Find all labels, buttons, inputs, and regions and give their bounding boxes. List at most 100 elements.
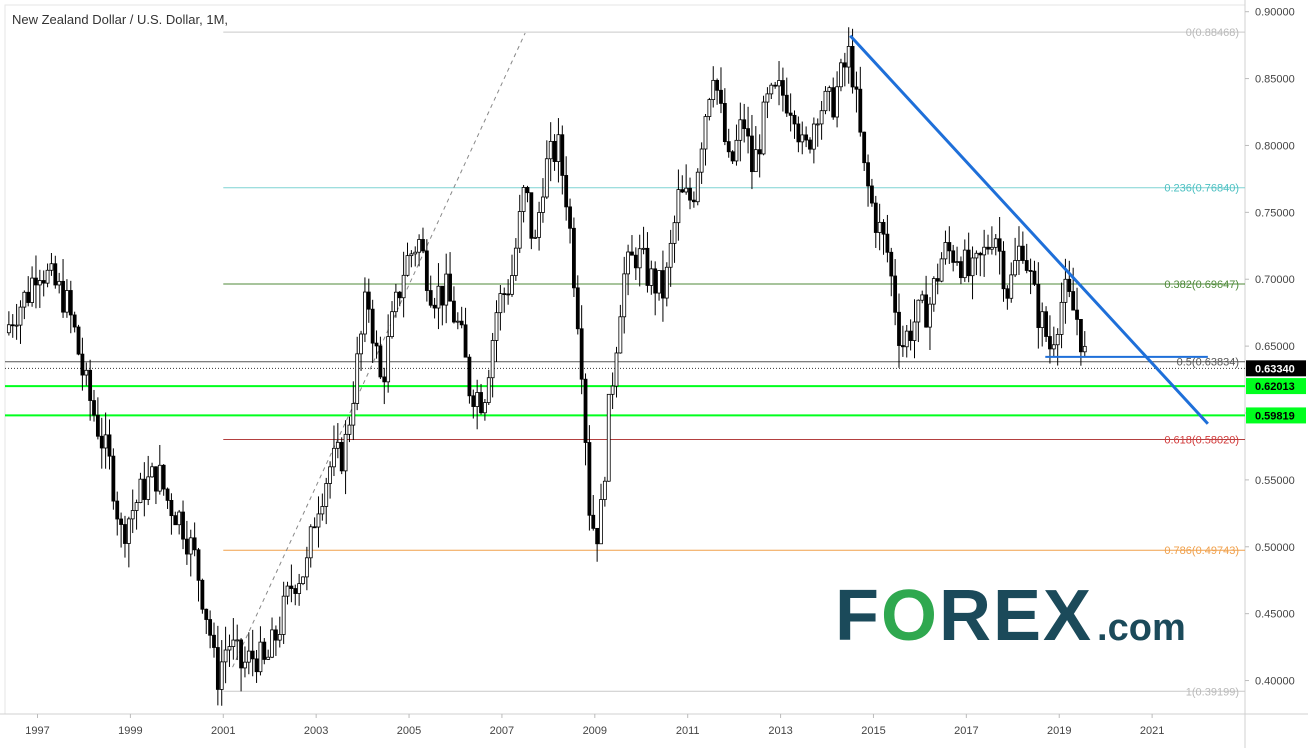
candle-body	[788, 112, 793, 116]
candle-body	[270, 629, 274, 658]
candle-body	[943, 242, 948, 260]
candle-body	[88, 369, 93, 401]
x-tick-label: 2019	[1047, 725, 1071, 737]
candle-body	[479, 392, 483, 414]
candle-body	[982, 246, 987, 256]
candle-body	[359, 333, 363, 355]
candle-body	[877, 221, 882, 233]
candle-body	[579, 328, 584, 380]
y-tick-label: 0.40000	[1255, 676, 1295, 688]
candle-body	[80, 353, 85, 376]
candle-body	[150, 466, 154, 478]
candle-body	[664, 266, 669, 299]
candle-body	[467, 356, 472, 397]
candle-body	[800, 134, 805, 143]
candle-body	[746, 128, 750, 137]
candle-body	[614, 352, 619, 387]
fib-level-label: 0.618(0.58020)	[1164, 434, 1239, 446]
candle-body	[672, 222, 677, 244]
candle-body	[556, 134, 561, 162]
candle-body	[30, 277, 34, 303]
candle-body	[966, 249, 971, 277]
candle-body	[312, 526, 317, 529]
x-tick-label: 2005	[397, 725, 421, 737]
candle-body	[1075, 309, 1079, 320]
candle-body	[916, 299, 921, 323]
chart-root: New Zealand Dollar / U.S. Dollar, 1M, 0.…	[0, 0, 1308, 748]
fib-level-label: 0.5(0.63834)	[1177, 357, 1239, 369]
candle-body	[304, 557, 309, 578]
candle-body	[351, 403, 356, 426]
candle-body	[769, 84, 774, 95]
logo-suffix: .com	[1097, 607, 1186, 649]
candle-body	[219, 661, 224, 690]
logo-wordmark: FOREX	[835, 576, 1094, 656]
candle-body	[920, 294, 925, 301]
candle-body	[1009, 274, 1014, 299]
candle-body	[854, 86, 859, 90]
candle-body	[699, 148, 704, 173]
candle-body	[188, 537, 193, 555]
candle-body	[61, 280, 65, 313]
candle-body	[564, 175, 569, 208]
candle-body	[630, 251, 634, 256]
candle-body	[192, 537, 197, 551]
candle-body	[637, 248, 642, 269]
candle-body	[537, 212, 541, 238]
candle-body	[959, 261, 963, 279]
candle-body	[1017, 245, 1021, 261]
y-tick-label: 0.65000	[1255, 341, 1295, 353]
y-tick-label: 0.50000	[1255, 542, 1295, 554]
candle-body	[1040, 311, 1045, 328]
candle-body	[455, 320, 460, 323]
candle-body	[184, 538, 189, 555]
candle-body	[277, 634, 282, 641]
x-tick-label: 2011	[676, 725, 700, 737]
candle-body	[993, 238, 998, 248]
candle-body	[928, 303, 932, 328]
candle-body	[1079, 318, 1083, 353]
candle-body	[84, 369, 89, 376]
candle-body	[65, 290, 69, 313]
candle-body	[289, 585, 294, 589]
candle-body	[196, 549, 201, 581]
candle-body	[421, 239, 425, 252]
candle-body	[76, 326, 81, 355]
y-tick-label: 0.90000	[1255, 7, 1295, 19]
price-marker-label: 0.59819	[1255, 410, 1295, 422]
candle-body	[393, 291, 398, 313]
candle-body	[1059, 301, 1064, 335]
candle-body	[99, 435, 104, 449]
candle-body	[68, 290, 73, 316]
candle-body	[95, 414, 100, 437]
candle-body	[761, 101, 766, 155]
candle-body	[715, 79, 720, 91]
candle-body	[970, 257, 975, 277]
candle-body	[784, 94, 789, 114]
candle-body	[773, 84, 778, 87]
y-tick-label: 0.75000	[1255, 207, 1295, 219]
fib-level-label: 0.786(0.49743)	[1164, 545, 1239, 557]
candle-body	[939, 258, 944, 282]
candle-body	[641, 247, 646, 250]
candle-body	[57, 280, 62, 286]
candle-body	[397, 291, 402, 299]
candle-body	[343, 433, 348, 472]
candle-body	[618, 316, 623, 354]
candle-body	[262, 641, 267, 660]
candle-body	[873, 202, 878, 233]
candle-body	[409, 253, 414, 257]
y-tick-label: 0.80000	[1255, 140, 1295, 152]
candle-body	[227, 646, 232, 651]
candle-body	[452, 300, 456, 323]
candle-body	[548, 140, 553, 160]
candle-body	[18, 306, 23, 326]
candle-body	[726, 141, 731, 153]
candle-body	[989, 246, 994, 250]
candle-body	[258, 641, 263, 673]
candle-body	[649, 268, 654, 286]
candle-body	[1005, 288, 1010, 299]
candle-body	[316, 513, 321, 528]
candle-body	[254, 658, 259, 673]
candle-body	[444, 273, 449, 306]
